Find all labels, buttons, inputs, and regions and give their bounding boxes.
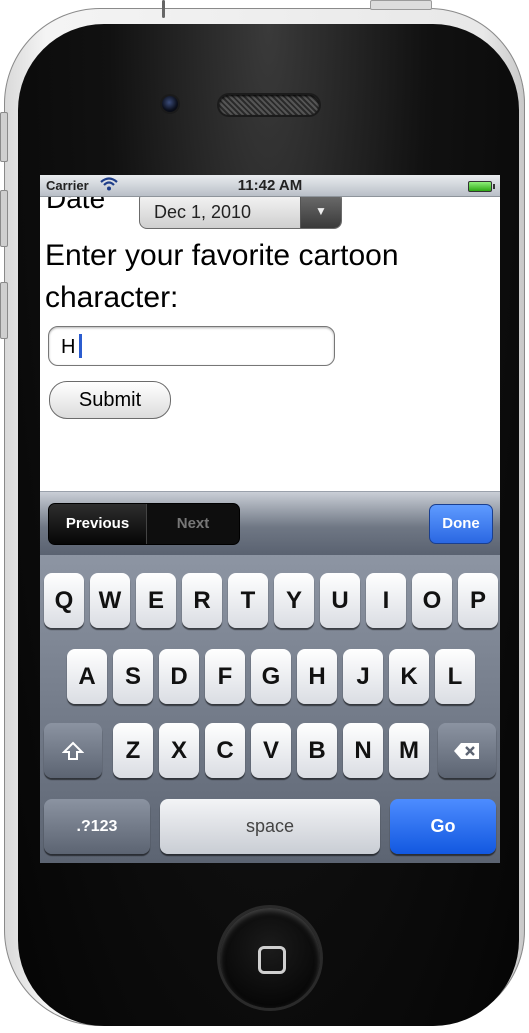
input-value: H <box>61 336 76 358</box>
volume-up-button <box>0 190 8 247</box>
go-key[interactable]: Go <box>390 799 496 854</box>
key-z[interactable]: Z <box>113 723 153 778</box>
earpiece-speaker <box>219 95 319 115</box>
status-time: 11:42 AM <box>237 177 303 194</box>
space-key[interactable]: space <box>160 799 380 854</box>
key-u[interactable]: U <box>320 573 360 628</box>
form-accessory-bar: Previous Next Done <box>40 491 500 556</box>
submit-button[interactable]: Submit <box>49 381 171 419</box>
home-button-icon <box>258 946 286 974</box>
key-d[interactable]: D <box>159 649 199 704</box>
key-s[interactable]: S <box>113 649 153 704</box>
status-bar: Carrier 11:42 AM <box>40 175 500 197</box>
text-caret <box>79 334 82 358</box>
previous-button[interactable]: Previous <box>49 504 147 544</box>
sleep-button <box>370 0 432 10</box>
key-y[interactable]: Y <box>274 573 314 628</box>
key-i[interactable]: I <box>366 573 406 628</box>
keyboard: Q W E R T Y U I O P A S D F G H J K L Z … <box>40 555 500 863</box>
screen: Carrier 11:42 AM Date Dec 1, 2010 ▼ Ente… <box>40 175 500 863</box>
shift-key[interactable] <box>44 723 102 778</box>
key-w[interactable]: W <box>90 573 130 628</box>
front-camera <box>162 96 178 112</box>
date-select-value: Dec 1, 2010 <box>154 202 252 222</box>
key-b[interactable]: B <box>297 723 337 778</box>
backspace-icon <box>452 742 482 759</box>
antenna-line <box>162 0 165 18</box>
key-k[interactable]: K <box>389 649 429 704</box>
shift-icon <box>61 741 85 760</box>
key-x[interactable]: X <box>159 723 199 778</box>
volume-down-button <box>0 282 8 339</box>
next-button[interactable]: Next <box>147 504 239 544</box>
battery-icon <box>468 181 495 192</box>
done-button[interactable]: Done <box>429 504 493 544</box>
key-j[interactable]: J <box>343 649 383 704</box>
key-e[interactable]: E <box>136 573 176 628</box>
home-button[interactable] <box>220 908 320 1008</box>
key-g[interactable]: G <box>251 649 291 704</box>
key-h[interactable]: H <box>297 649 337 704</box>
key-o[interactable]: O <box>412 573 452 628</box>
key-l[interactable]: L <box>435 649 475 704</box>
field-prompt: Enter your favorite cartoon character: <box>45 239 399 314</box>
key-q[interactable]: Q <box>44 573 84 628</box>
key-t[interactable]: T <box>228 573 268 628</box>
prev-next-segment: Previous Next <box>48 503 240 545</box>
key-f[interactable]: F <box>205 649 245 704</box>
key-a[interactable]: A <box>67 649 107 704</box>
key-p[interactable]: P <box>458 573 498 628</box>
key-n[interactable]: N <box>343 723 383 778</box>
key-r[interactable]: R <box>182 573 222 628</box>
cartoon-character-input[interactable]: H <box>48 326 335 366</box>
backspace-key[interactable] <box>438 723 496 778</box>
key-v[interactable]: V <box>251 723 291 778</box>
dropdown-arrow-icon: ▼ <box>300 192 341 228</box>
key-m[interactable]: M <box>389 723 429 778</box>
numbers-mode-key[interactable]: .?123 <box>44 799 150 854</box>
key-c[interactable]: C <box>205 723 245 778</box>
mute-switch <box>0 112 8 162</box>
